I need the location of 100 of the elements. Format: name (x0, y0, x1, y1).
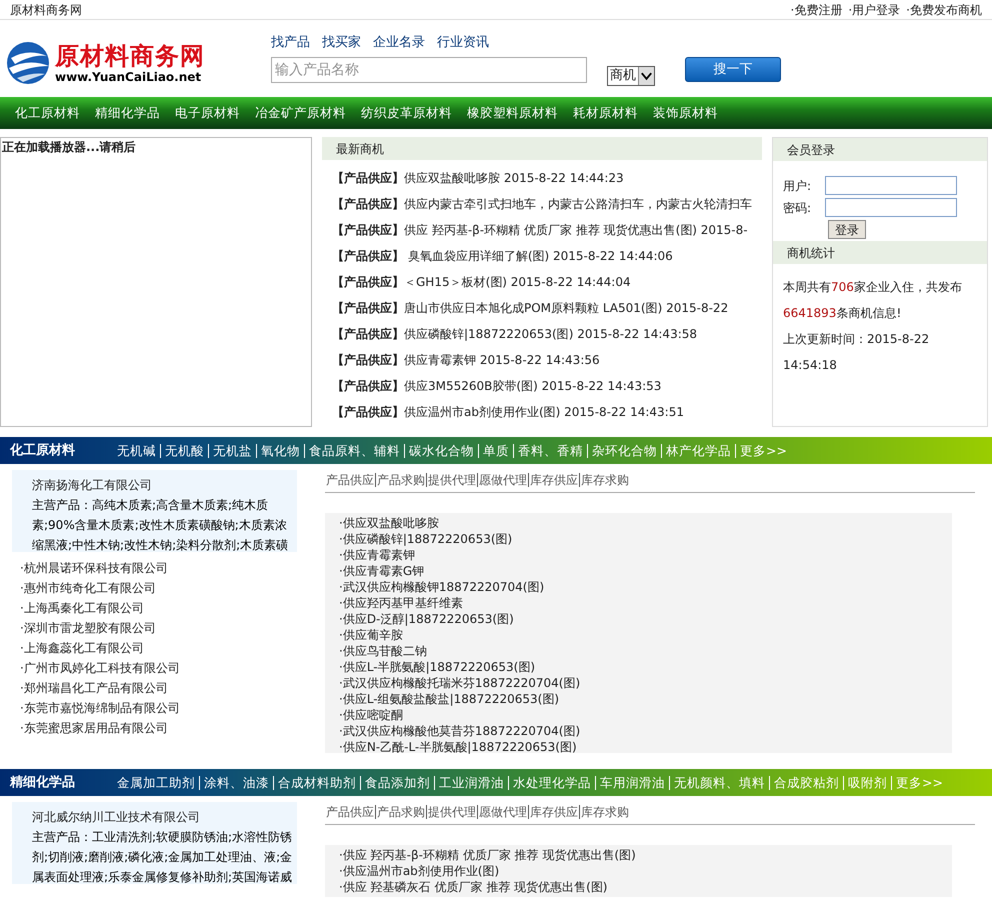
stats-text: 本周共有706家企业入住，共发布 6641893条商机信息! 上次更新时间：2015-8-22 14:54:18 (782, 279, 963, 374)
category-link[interactable]: 食品添加剂 (360, 776, 434, 790)
category-link[interactable]: 氧化物 (256, 444, 304, 458)
top-link[interactable]: ·免费注册 (790, 0, 842, 18)
tab-link[interactable]: 提供代理 (426, 473, 477, 487)
news-item[interactable]: 【产品供应】供应青霉素钾 2015-8-22 14:43:56 (332, 347, 762, 373)
nav-link[interactable]: 找产品 (271, 33, 310, 53)
loading-message: 正在加载播放器...请稍后 (1, 140, 136, 154)
product-link[interactable]: ·供应葡辛胺 (339, 627, 952, 643)
product-link[interactable]: ·供应青霉素钾 (339, 547, 952, 563)
field-label: 用户: (783, 178, 812, 194)
product-link[interactable]: ·武汉供应枸橼酸他莫昔芬18872220704(图) (339, 723, 952, 739)
product-link[interactable]: ·供应N-乙酰-L-半胱氨酸|18872220653(图) (339, 739, 952, 755)
username-field[interactable] (825, 176, 957, 195)
panel-header: 最新商机 (322, 137, 762, 160)
tab-link[interactable]: 产品求购 (375, 473, 426, 487)
news-item[interactable]: 【产品供应】 臭氧血袋应用详细了解(图) 2015-8-22 14:44:06 (332, 243, 762, 269)
tab-link[interactable]: 愿做代理 (477, 473, 528, 487)
news-item[interactable]: 【产品供应】供应磷酸锌|18872220653(图) 2015-8-22 14:43:58 (332, 321, 762, 347)
company-link[interactable]: ·深圳市雷龙塑胶有限公司 (20, 618, 325, 638)
category-link[interactable]: 工业润滑油 (434, 776, 508, 790)
company-link[interactable]: ·东莞蜜思家居用品有限公司 (20, 718, 325, 738)
category-link[interactable]: 香料、香精 (513, 444, 587, 458)
logo-title: 原材料商务网 (55, 42, 205, 70)
login-button[interactable]: 登录 (828, 220, 866, 239)
tab-link[interactable]: 愿做代理 (477, 805, 528, 819)
section-title: 精细化学品 (8, 774, 76, 792)
main-nav-item[interactable]: 纺织皮革原材料 (361, 104, 452, 122)
product-link[interactable]: ·武汉供应枸橼酸托瑞米芬18872220704(图) (339, 675, 952, 691)
nav-link[interactable]: 企业名录 (373, 33, 425, 53)
category-link[interactable]: 碳水化合物 (404, 444, 478, 458)
tab-link[interactable]: 库存求购 (579, 805, 630, 819)
news-item[interactable]: 【产品供应】供应双盐酸吡哆胺 2015-8-22 14:44:23 (332, 165, 762, 191)
category-link[interactable]: 无机酸 (160, 444, 208, 458)
nav-link[interactable]: 行业资讯 (437, 33, 489, 53)
tab-link[interactable]: 产品供应 (325, 805, 375, 819)
company-link[interactable]: ·东莞市嘉悦海绵制品有限公司 (20, 698, 325, 718)
company-link[interactable]: ·惠州市纯奇化工有限公司 (20, 578, 325, 598)
category-link[interactable]: 金属加工助剂 (113, 776, 199, 790)
password-field[interactable] (825, 198, 957, 217)
nav-link[interactable]: 找买家 (322, 33, 361, 53)
news-item[interactable]: 【产品供应】供应内蒙古牵引式扫地车，内蒙古公路清扫车，内蒙古火轮清扫车 (332, 191, 762, 217)
product-link[interactable]: ·供应双盐酸吡哆胺 (339, 515, 952, 531)
company-link[interactable]: ·上海鑫蕊化工有限公司 (20, 638, 325, 658)
news-item[interactable]: 【产品供应】供应 羟丙基-β-环糊精 优质厂家 推荐 现货优惠出售(图) 2015-8- (332, 217, 762, 243)
company-link[interactable]: ·上海禹秦化工有限公司 (20, 598, 325, 618)
product-link[interactable]: ·供应鸟苷酸二钠 (339, 643, 952, 659)
top-link[interactable]: ·用户登录 (848, 0, 900, 18)
company-description: 主营产品：高纯木质素;高含量木质素;纯木质素;90%含量木质素;改性木质素磺酸钠;木质素浓缩黑液;中性木钠;改性木钠;染料分散剂;木质素磺 (32, 497, 290, 552)
panel-header: 商机统计 (773, 241, 987, 264)
logo-url: www.YuanCaiLiao.net (55, 70, 202, 84)
category-link[interactable]: 车用润滑油 (595, 776, 669, 790)
product-link[interactable]: ·供应磷酸锌|18872220653(图) (339, 531, 952, 547)
news-item[interactable]: 【产品供应】供应温州市ab剂使用作业(图) 2015-8-22 14:43:51 (332, 399, 762, 425)
product-link[interactable]: ·供应L-半胱氨酸|18872220653(图) (339, 659, 952, 675)
category-link[interactable]: 单质 (478, 444, 513, 458)
company-link[interactable]: ·杭州晨诺环保科技有限公司 (20, 558, 325, 578)
news-item[interactable]: 【产品供应】唐山市供应日本旭化成POM原料颗粒 LA501(图) 2015-8-22 (332, 295, 762, 321)
news-item[interactable]: 【产品供应】供应3M55260B胶带(图) 2015-8-22 14:43:53 (332, 373, 762, 399)
product-link[interactable]: ·武汉供应枸橼酸钾18872220704(图) (339, 579, 952, 595)
category-link[interactable]: 水处理化学品 (508, 776, 595, 790)
field-label: 密码: (783, 200, 812, 216)
tab-link[interactable]: 库存供应 (528, 805, 579, 819)
main-nav-item[interactable]: 精细化学品 (95, 104, 160, 122)
company-name[interactable]: 河北威尔纳川工业技术有限公司 (32, 807, 293, 827)
company-link[interactable]: ·广州市凤婷化工科技有限公司 (20, 658, 325, 678)
main-nav-item[interactable]: 装饰原材料 (653, 104, 718, 122)
main-nav-item[interactable]: 化工原材料 (15, 104, 80, 122)
tab-link[interactable]: 产品供应 (325, 473, 375, 487)
search-field[interactable]: 输入产品名称 (271, 57, 587, 83)
category-select[interactable]: 商机 (607, 66, 655, 86)
product-link[interactable]: ·供应L-组氨酸盐酸盐|18872220653(图) (339, 691, 952, 707)
tab-link[interactable]: 产品求购 (375, 805, 426, 819)
category-link[interactable]: 合成材料助剂 (273, 776, 360, 790)
top-link[interactable]: ·免费发布商机 (906, 0, 982, 18)
company-link[interactable]: ·郑州瑞昌化工产品有限公司 (20, 678, 325, 698)
category-link[interactable]: 食品原料、辅料 (304, 444, 404, 458)
product-link[interactable]: ·供应 羟丙基-β-环糊精 优质厂家 推荐 现货优惠出售(图) (339, 847, 952, 863)
main-nav-item[interactable]: 耗材原材料 (573, 104, 638, 122)
panel-header: 会员登录 (773, 138, 987, 161)
tab-link[interactable]: 库存供应 (528, 473, 579, 487)
product-link[interactable]: ·供应嘧啶酮 (339, 707, 952, 723)
category-link[interactable]: 涂料、油漆 (199, 776, 273, 790)
tab-link[interactable]: 提供代理 (426, 805, 477, 819)
product-link[interactable]: ·供应D-泛醇|18872220653(图) (339, 611, 952, 627)
main-nav-item[interactable]: 冶金矿产原材料 (255, 104, 346, 122)
product-link[interactable]: ·供应 羟基磷灰石 优质厂家 推荐 现货优惠出售(图) (339, 879, 952, 895)
section-title: 化工原材料 (8, 442, 76, 460)
company-name[interactable]: 济南扬海化工有限公司 (32, 475, 293, 495)
main-nav-item[interactable]: 电子原材料 (175, 104, 240, 122)
category-link[interactable]: 无机碱 (113, 444, 160, 458)
category-link[interactable]: 无机盐 (208, 444, 256, 458)
product-link[interactable]: ·供应羟丙基甲基纤维素 (339, 595, 952, 611)
category-link[interactable]: 杂环化合物 (587, 444, 661, 458)
main-nav-item[interactable]: 橡胶塑料原材料 (467, 104, 558, 122)
product-link[interactable]: ·供应青霉素G钾 (339, 563, 952, 579)
search-button[interactable]: 搜一下 (685, 57, 781, 82)
tab-link[interactable]: 库存求购 (579, 473, 630, 487)
product-link[interactable]: ·供应温州市ab剂使用作业(图) (339, 863, 952, 879)
news-item[interactable]: 【产品供应】＜GH15＞板材(图) 2015-8-22 14:44:04 (332, 269, 762, 295)
